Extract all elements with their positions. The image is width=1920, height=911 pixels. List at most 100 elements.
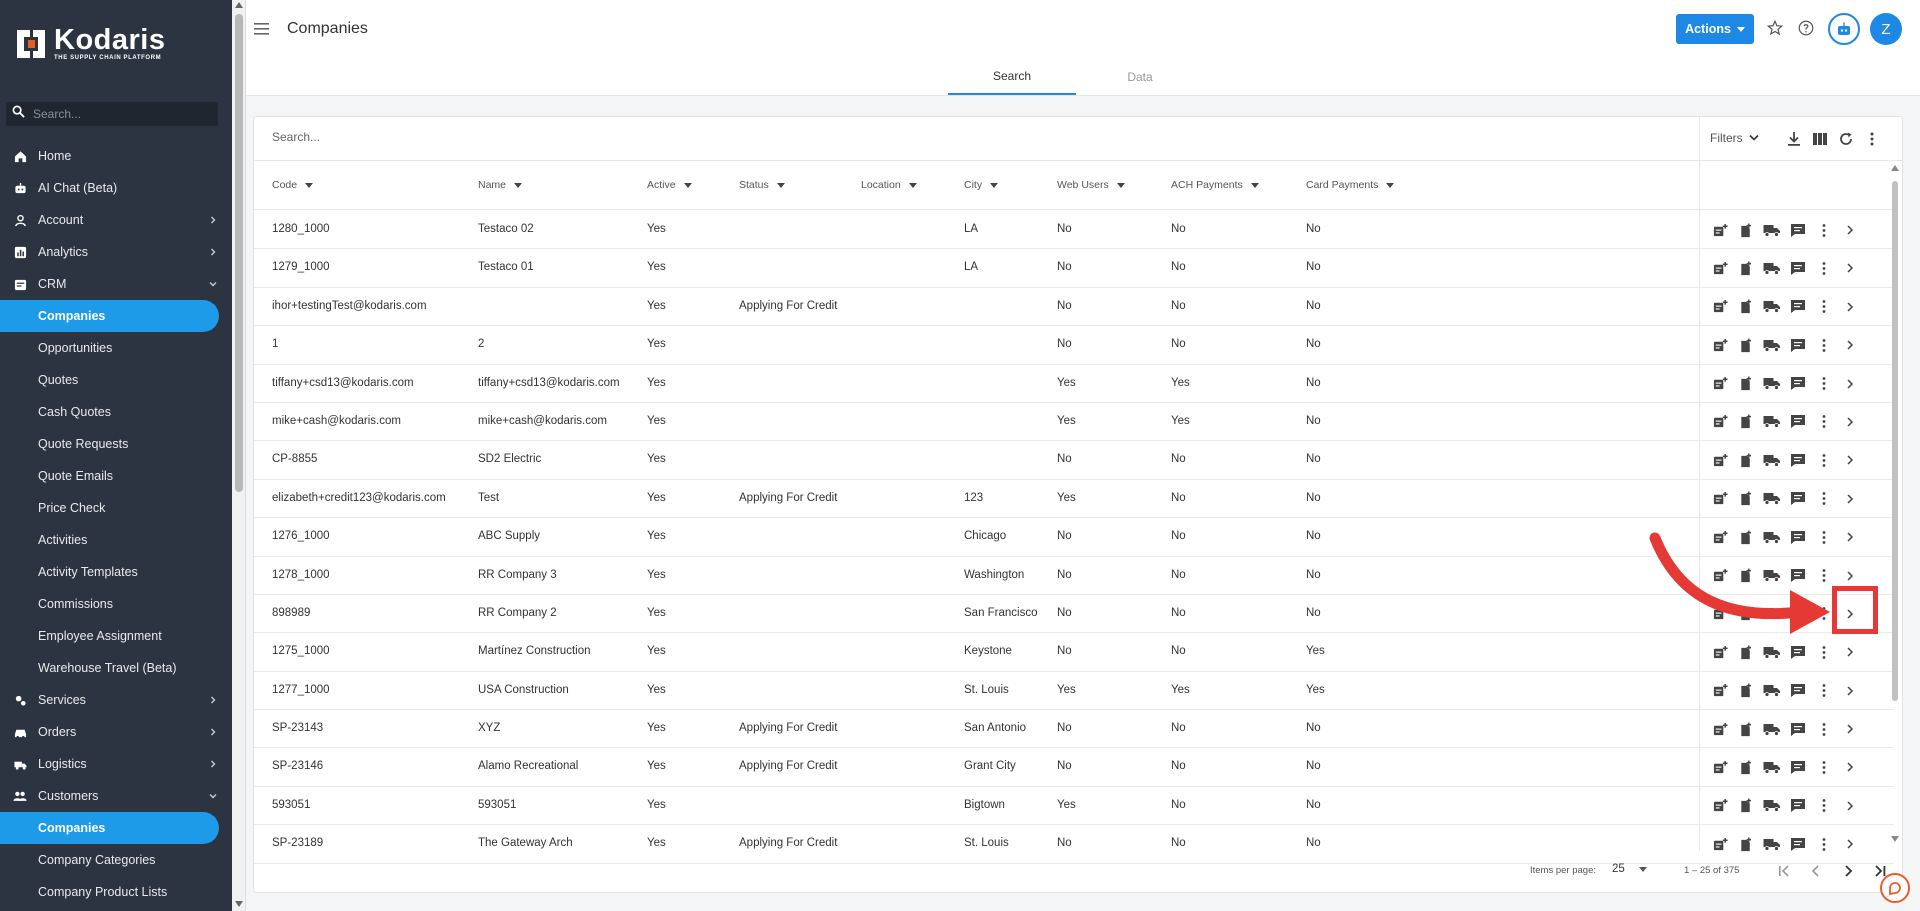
- column-header-city[interactable]: City: [964, 179, 999, 191]
- table-row[interactable]: 593051 593051 Yes Bigtown Yes No No: [254, 787, 1894, 826]
- sidebar-item-ai-chat-beta[interactable]: AI Chat (Beta): [0, 172, 232, 204]
- add-document-icon[interactable]: [1733, 644, 1759, 660]
- chevron-right-icon[interactable]: [1837, 452, 1863, 468]
- sidebar-item-employee-assignment[interactable]: Employee Assignment: [0, 620, 232, 652]
- tab-search[interactable]: Search: [948, 58, 1076, 95]
- column-header-web-users[interactable]: Web Users: [1057, 179, 1125, 191]
- chevron-right-icon[interactable]: [1837, 260, 1863, 276]
- comment-icon[interactable]: [1785, 414, 1811, 430]
- sidebar-item-home[interactable]: Home: [0, 140, 232, 172]
- more-vert-icon[interactable]: [1811, 414, 1837, 430]
- chevron-right-icon[interactable]: [1837, 299, 1863, 315]
- comment-icon[interactable]: [1785, 337, 1811, 353]
- columns-icon[interactable]: [1812, 131, 1828, 152]
- help-icon[interactable]: [1797, 19, 1815, 42]
- scroll-down-arrow-icon[interactable]: [1891, 836, 1899, 842]
- column-header-active[interactable]: Active: [647, 179, 692, 191]
- more-vert-icon[interactable]: [1864, 131, 1880, 152]
- ai-bot-button[interactable]: [1828, 13, 1860, 45]
- sidebar-item-companies[interactable]: Companies: [0, 300, 219, 332]
- sidebar-item-company-categories[interactable]: Company Categories: [0, 844, 232, 876]
- sidebar-item-quotes[interactable]: Quotes: [0, 364, 232, 396]
- chevron-right-icon[interactable]: [1837, 683, 1863, 699]
- chevron-right-icon[interactable]: [1837, 376, 1863, 392]
- more-vert-icon[interactable]: [1811, 299, 1837, 315]
- add-note-icon[interactable]: [1707, 721, 1733, 737]
- scrollbar-thumb[interactable]: [1892, 181, 1898, 701]
- chevron-right-icon[interactable]: [1837, 222, 1863, 238]
- grid-scrollbar[interactable]: [1889, 161, 1901, 844]
- next-page-icon[interactable]: [1840, 863, 1856, 884]
- add-document-icon[interactable]: [1733, 452, 1759, 468]
- truck-icon[interactable]: [1759, 683, 1785, 699]
- actions-button[interactable]: Actions: [1676, 14, 1754, 44]
- sidebar-item-warehouse-travel-beta[interactable]: Warehouse Travel (Beta): [0, 652, 232, 684]
- add-document-icon[interactable]: [1733, 798, 1759, 814]
- sidebar-item-price-check[interactable]: Price Check: [0, 492, 232, 524]
- add-document-icon[interactable]: [1733, 376, 1759, 392]
- truck-icon[interactable]: [1759, 376, 1785, 392]
- sidebar-item-customers[interactable]: Customers: [0, 780, 232, 812]
- add-note-icon[interactable]: [1707, 337, 1733, 353]
- more-vert-icon[interactable]: [1811, 376, 1837, 392]
- add-document-icon[interactable]: [1733, 337, 1759, 353]
- column-header-name[interactable]: Name: [478, 179, 523, 191]
- chevron-right-icon[interactable]: [1837, 759, 1863, 775]
- table-row[interactable]: CP-8855 SD2 Electric Yes No No No: [254, 441, 1894, 480]
- more-vert-icon[interactable]: [1811, 260, 1837, 276]
- more-vert-icon[interactable]: [1811, 337, 1837, 353]
- sidebar-item-opportunities[interactable]: Opportunities: [0, 332, 232, 364]
- comment-icon[interactable]: [1785, 376, 1811, 392]
- add-note-icon[interactable]: [1707, 452, 1733, 468]
- table-row[interactable]: ihor+testingTest@kodaris.com Yes Applying …: [254, 288, 1894, 327]
- add-note-icon[interactable]: [1707, 759, 1733, 775]
- first-page-icon[interactable]: [1776, 863, 1792, 884]
- more-vert-icon[interactable]: [1811, 491, 1837, 507]
- add-document-icon[interactable]: [1733, 260, 1759, 276]
- scrollbar-thumb[interactable]: [235, 14, 243, 492]
- scroll-up-arrow-icon[interactable]: [235, 2, 243, 8]
- user-avatar[interactable]: Z: [1870, 13, 1902, 45]
- add-note-icon[interactable]: [1707, 683, 1733, 699]
- menu-icon[interactable]: [254, 22, 270, 41]
- more-vert-icon[interactable]: [1811, 222, 1837, 238]
- add-note-icon[interactable]: [1707, 376, 1733, 392]
- add-document-icon[interactable]: [1733, 414, 1759, 430]
- truck-icon[interactable]: [1759, 759, 1785, 775]
- column-header-ach-payments[interactable]: ACH Payments: [1171, 179, 1259, 191]
- chevron-right-icon[interactable]: [1837, 798, 1863, 814]
- scroll-down-arrow-icon[interactable]: [235, 901, 243, 907]
- chevron-right-icon[interactable]: [1837, 529, 1863, 545]
- star-icon[interactable]: [1766, 19, 1784, 42]
- tab-data[interactable]: Data: [1076, 58, 1204, 95]
- add-document-icon[interactable]: [1733, 222, 1759, 238]
- truck-icon[interactable]: [1759, 414, 1785, 430]
- comment-icon[interactable]: [1785, 491, 1811, 507]
- table-row[interactable]: tiffany+csd13@kodaris.com tiffany+csd13@k…: [254, 365, 1894, 403]
- sidebar-item-analytics[interactable]: Analytics: [0, 236, 232, 268]
- comment-icon[interactable]: [1785, 452, 1811, 468]
- truck-icon[interactable]: [1759, 721, 1785, 737]
- truck-icon[interactable]: [1759, 452, 1785, 468]
- comment-icon[interactable]: [1785, 260, 1811, 276]
- table-row[interactable]: SP-23143 XYZ Yes Applying For Credit San Ant…: [254, 710, 1894, 749]
- table-row[interactable]: SP-23146 Alamo Recreational Yes Applying Fo…: [254, 748, 1894, 787]
- truck-icon[interactable]: [1759, 299, 1785, 315]
- add-note-icon[interactable]: [1707, 414, 1733, 430]
- add-document-icon[interactable]: [1733, 299, 1759, 315]
- column-header-code[interactable]: Code: [272, 179, 314, 191]
- comment-icon[interactable]: [1785, 299, 1811, 315]
- comment-icon[interactable]: [1785, 759, 1811, 775]
- truck-icon[interactable]: [1759, 644, 1785, 660]
- chevron-right-icon[interactable]: [1837, 337, 1863, 353]
- sidebar-search-input[interactable]: [33, 107, 203, 121]
- sidebar-scrollbar[interactable]: [232, 0, 246, 911]
- truck-icon[interactable]: [1759, 337, 1785, 353]
- add-note-icon[interactable]: [1707, 299, 1733, 315]
- add-note-icon[interactable]: [1707, 222, 1733, 238]
- truck-icon[interactable]: [1759, 222, 1785, 238]
- more-vert-icon[interactable]: [1811, 759, 1837, 775]
- add-note-icon[interactable]: [1707, 260, 1733, 276]
- more-vert-icon[interactable]: [1811, 721, 1837, 737]
- sidebar-item-services[interactable]: Services: [0, 684, 232, 716]
